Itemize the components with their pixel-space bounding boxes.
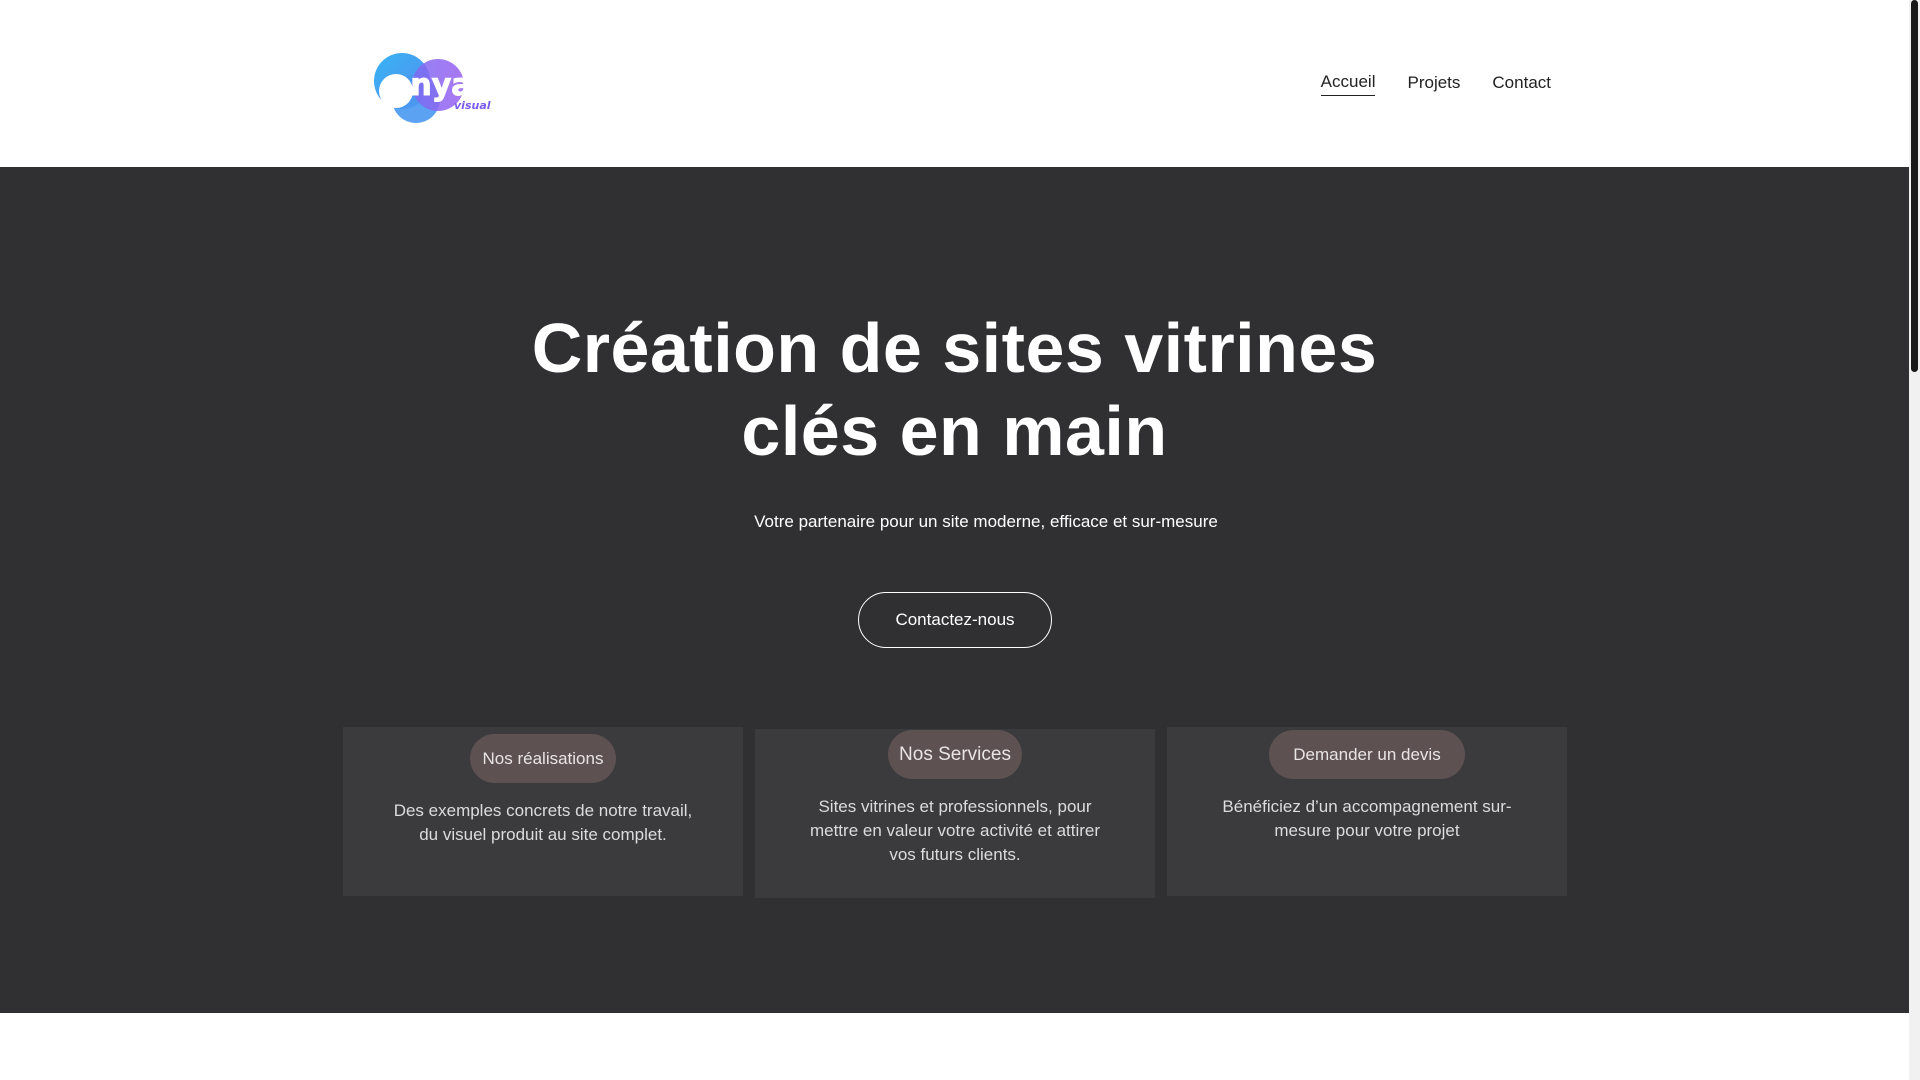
card-devis-badge[interactable]: Demander un devis: [1269, 730, 1465, 779]
viewport: enya enya visual Accueil Projets Contact…: [0, 0, 1909, 1080]
nav-link-contact[interactable]: Contact: [1492, 71, 1551, 95]
feature-cards: Nos réalisations Des exemples concrets d…: [343, 727, 1567, 899]
enya-logo[interactable]: enya enya visual: [366, 45, 494, 126]
svg-text:enya: enya: [390, 68, 472, 103]
nav-link-accueil[interactable]: Accueil: [1320, 70, 1376, 96]
card-services-text: Sites vitrines et professionnels, pour m…: [809, 797, 1101, 864]
card-devis-text: Bénéficiez d’un accompagnement sur-mesur…: [1222, 797, 1512, 840]
hero-section: Création de sites vitrines clés en main …: [0, 167, 1909, 1013]
hero-subtitle: Votre partenaire pour un site moderne, e…: [754, 512, 1218, 531]
enya-logo-icon: enya enya visual: [374, 53, 491, 123]
page-scrollbar[interactable]: [1909, 0, 1920, 1080]
hero-title-line-1: Création de sites vitrines: [531, 309, 1378, 387]
card-realisations-text: Des exemples concrets de notre travail, …: [393, 801, 693, 844]
page: enya enya visual Accueil Projets Contact…: [0, 0, 1920, 1080]
site-header: enya enya visual Accueil Projets Contact: [0, 0, 1909, 167]
card-realisations: Nos réalisations Des exemples concrets d…: [343, 727, 743, 896]
card-realisations-badge[interactable]: Nos réalisations: [469, 734, 617, 783]
hero-title-line-2: clés en main: [741, 392, 1168, 470]
card-services: Nos Services Sites vitrines et professio…: [755, 729, 1155, 898]
card-devis: Demander un devis Bénéficiez d’un accomp…: [1167, 727, 1567, 896]
svg-text:visual: visual: [454, 99, 491, 112]
hero-title: Création de sites vitrines clés en main: [0, 307, 1909, 473]
contact-us-button[interactable]: Contactez-nous: [858, 592, 1052, 648]
scrollbar-thumb[interactable]: [1911, 0, 1918, 372]
main-nav: Accueil Projets Contact: [1320, 70, 1551, 96]
nav-link-projets[interactable]: Projets: [1407, 71, 1460, 95]
card-services-badge[interactable]: Nos Services: [888, 730, 1022, 779]
